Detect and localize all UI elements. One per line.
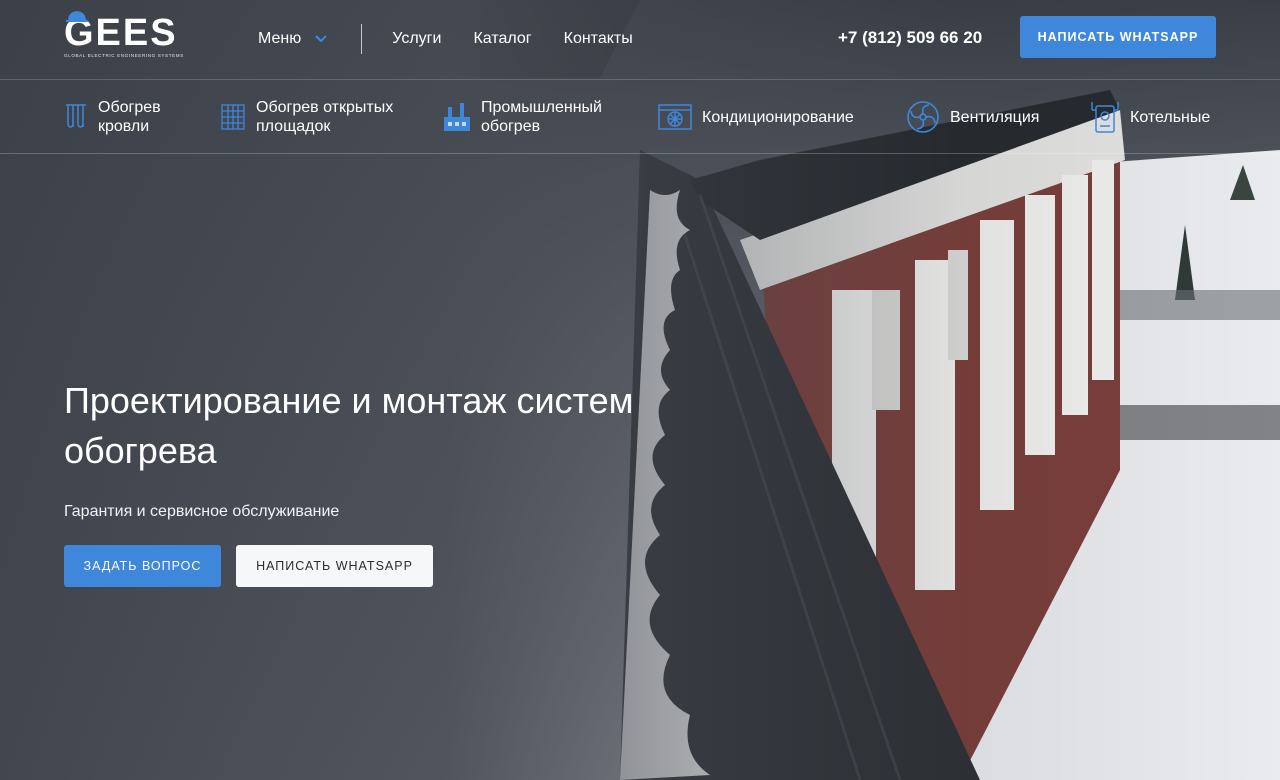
category-label-line2: площадок — [256, 118, 331, 135]
category-industrial-heating[interactable]: Промышленный обогрев — [443, 80, 602, 154]
whatsapp-header-button[interactable]: НАПИСАТЬ WHATSAPP — [1020, 16, 1216, 58]
category-boiler[interactable]: Котельные — [1090, 80, 1210, 154]
ask-question-button[interactable]: ЗАДАТЬ ВОПРОС — [64, 545, 221, 587]
roof-heating-icon — [66, 104, 86, 128]
category-label-line1: Промышленный — [481, 99, 602, 116]
ventilation-icon — [907, 101, 939, 133]
nav-link-contacts[interactable]: Контакты — [564, 30, 633, 48]
open-area-heating-icon — [221, 104, 245, 130]
category-label-line1: Кондиционирование — [702, 108, 854, 126]
category-open-area-heating[interactable]: Обогрев открытых площадок — [220, 80, 393, 154]
chevron-down-icon — [315, 35, 327, 43]
nav-link-services[interactable]: Услуги — [392, 30, 441, 48]
category-label-line1: Обогрев открытых — [256, 99, 394, 116]
category-label-line2: обогрев — [481, 118, 541, 135]
industrial-heating-icon — [444, 103, 470, 131]
logo[interactable]: GEES GLOBAL ELECTRIC ENGINEERING SYSTEMS — [64, 11, 188, 66]
category-roof-heating[interactable]: Обогрев кровли — [64, 80, 161, 154]
category-bar: Обогрев кровли Обогрев открытых площадок — [0, 80, 1280, 154]
hero-subtitle: Гарантия и сервисное обслуживание — [64, 503, 340, 520]
category-label-line1: Котельные — [1130, 108, 1211, 126]
category-label-line1: Обогрев — [98, 99, 161, 116]
menu-dropdown[interactable]: Меню — [258, 30, 327, 48]
air-conditioning-icon — [658, 104, 692, 130]
main-nav: Меню Услуги Каталог Контакты — [258, 0, 665, 78]
category-air-conditioning[interactable]: Кондиционирование — [658, 80, 854, 154]
phone-link[interactable]: +7 (812) 509 66 20 — [838, 28, 982, 48]
menu-label: Меню — [258, 30, 302, 47]
boiler-icon — [1091, 102, 1119, 133]
category-label-line2: кровли — [98, 118, 150, 135]
whatsapp-hero-button[interactable]: НАПИСАТЬ WHATSAPP — [236, 545, 433, 587]
category-label-line1: Вентиляция — [950, 108, 1040, 126]
site-header: GEES GLOBAL ELECTRIC ENGINEERING SYSTEMS… — [0, 0, 1280, 80]
nav-link-catalog[interactable]: Каталог — [473, 30, 531, 48]
hard-hat-icon — [66, 11, 88, 22]
hero-title: Проектирование и монтаж систем обогрева — [64, 380, 634, 471]
nav-divider — [361, 24, 363, 54]
category-ventilation[interactable]: Вентиляция — [906, 80, 1039, 154]
logo-tagline: GLOBAL ELECTRIC ENGINEERING SYSTEMS — [64, 53, 184, 58]
